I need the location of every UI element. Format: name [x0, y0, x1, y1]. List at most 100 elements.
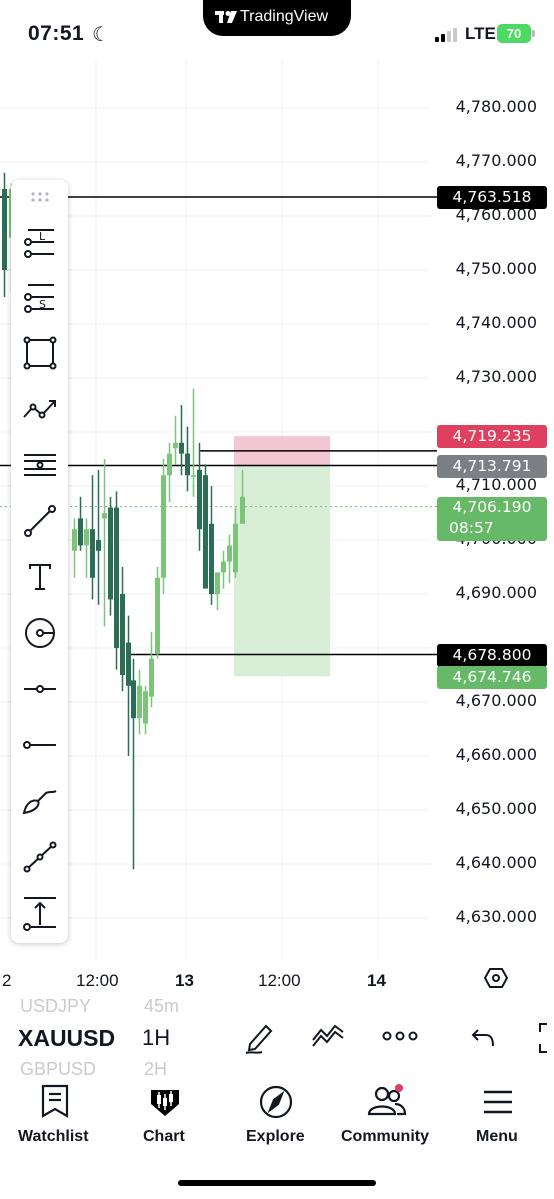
candle-bear	[78, 518, 83, 546]
signal-icon	[435, 28, 457, 42]
tool-trend-line-2[interactable]	[11, 832, 68, 882]
tool-short-position[interactable]: S	[11, 272, 68, 322]
current-price-value: 4,706.190	[452, 498, 532, 516]
battery-indicator: 70	[497, 24, 531, 43]
bookmark-icon	[41, 1084, 69, 1118]
tab-watchlist[interactable]	[0, 1082, 110, 1125]
tool-price-range[interactable]	[11, 888, 68, 938]
trend-line-icon	[23, 505, 56, 537]
short-position-icon: S	[23, 284, 54, 313]
next-interval[interactable]: 2H	[144, 1059, 167, 1080]
candle-bull	[240, 496, 245, 524]
reward-zone	[234, 465, 330, 677]
time-label-1200-a: 12:00	[76, 971, 119, 990]
tool-rectangle[interactable]	[11, 328, 68, 378]
tab-chart[interactable]	[110, 1082, 220, 1125]
candle-bull	[143, 691, 148, 724]
horizontal-line-bottom-tag: 4,678.800	[437, 644, 547, 667]
tab-menu-label: Menu	[476, 1128, 518, 1145]
ray-icon	[22, 741, 56, 749]
carrier-label: LTE	[465, 24, 496, 43]
island-app-name: TradingView	[240, 8, 329, 25]
candle-bull	[221, 561, 226, 573]
candle-bull	[233, 523, 238, 573]
candle-bear	[108, 507, 113, 600]
price-axis-label: 4,770.000	[455, 151, 537, 170]
candle-bull	[155, 577, 160, 654]
time-label-13: 13	[175, 971, 194, 990]
candle-bull	[161, 475, 166, 578]
brush-icon	[22, 790, 57, 815]
home-indicator[interactable]	[178, 1180, 376, 1186]
chart-icon	[151, 1090, 179, 1116]
prev-symbol[interactable]: USDJPY	[20, 996, 91, 1017]
candle-bull	[102, 513, 107, 519]
tool-trend-line[interactable]	[11, 496, 68, 546]
chart-settings-hexagon-icon[interactable]	[484, 966, 508, 990]
candle-bear	[90, 529, 95, 578]
horizontal-ray-icon	[23, 685, 56, 693]
tab-explore-label: Explore	[246, 1128, 305, 1145]
candle-bull	[227, 545, 232, 562]
tradingview-logo-icon	[215, 11, 237, 23]
status-time: 07:51	[28, 22, 85, 45]
price-axis-label: 4,660.000	[455, 745, 537, 764]
candle-bull	[173, 442, 178, 449]
tool-ray[interactable]	[11, 720, 68, 770]
price-axis-label: 4,690.000	[455, 583, 537, 602]
price-axis-label: 4,650.000	[455, 799, 537, 818]
stop-level-tag: 4,674.746	[437, 666, 547, 689]
price-axis-label: 4,730.000	[455, 367, 537, 386]
tab-menu[interactable]	[443, 1082, 553, 1125]
toolbar-drag-handle[interactable]	[11, 182, 68, 212]
price-axis-label: 4,740.000	[455, 313, 537, 332]
circle-icon	[24, 618, 55, 648]
candle-bear	[120, 594, 125, 675]
undo-icon[interactable]	[470, 1026, 496, 1050]
price-axis-label: 4,640.000	[455, 853, 537, 872]
price-range-icon	[22, 897, 56, 931]
text-icon	[28, 564, 51, 590]
current-price-tag: 4,706.190 08:57	[437, 497, 547, 541]
drawing-pen-icon[interactable]	[242, 1020, 276, 1056]
price-axis-label: 4,750.000	[455, 259, 537, 278]
tab-explore[interactable]	[221, 1082, 331, 1125]
candle-bull	[72, 529, 77, 551]
tab-chart-label: Chart	[143, 1128, 185, 1145]
focus-moon-icon: ☾	[92, 24, 110, 46]
candle-bear	[2, 189, 7, 270]
price-axis-label: 4,630.000	[455, 907, 537, 926]
tool-text[interactable]	[11, 552, 68, 602]
prev-interval[interactable]: 45m	[144, 996, 179, 1017]
entry-price-tag: 4,713.791	[437, 455, 547, 478]
symbol-selector[interactable]: XAUUSD	[18, 1025, 115, 1052]
tool-circle[interactable]	[11, 608, 68, 658]
tab-community[interactable]	[332, 1082, 442, 1125]
price-axis-label: 4,780.000	[455, 97, 537, 116]
candle-bull	[84, 529, 89, 546]
tool-path[interactable]	[11, 384, 68, 434]
battery-tip	[532, 30, 535, 37]
tab-community-label: Community	[341, 1128, 429, 1145]
tab-watchlist-label: Watchlist	[18, 1128, 89, 1145]
fullscreen-icon[interactable]	[537, 1022, 554, 1054]
rectangle-icon	[23, 336, 56, 370]
candle-bull	[167, 453, 172, 476]
long-position-icon: L	[23, 229, 54, 258]
more-options-icon[interactable]	[382, 1030, 418, 1042]
candle-bear	[185, 453, 190, 476]
tool-horizontal-ray[interactable]	[11, 664, 68, 714]
candle-bull	[215, 572, 220, 594]
candle-bull	[137, 685, 142, 719]
candle-bull	[149, 658, 154, 697]
tool-parallel-channel[interactable]	[11, 440, 68, 490]
next-symbol[interactable]: GBPUSD	[20, 1059, 96, 1080]
indicators-icon[interactable]	[310, 1020, 346, 1056]
drawing-toolbar: L S	[11, 180, 68, 943]
price-axis-label: 4,670.000	[455, 691, 537, 710]
path-icon	[22, 400, 56, 419]
interval-selector[interactable]: 1H	[142, 1025, 170, 1051]
tool-long-position[interactable]: L	[11, 217, 68, 267]
tool-brush[interactable]	[11, 776, 68, 826]
menu-icon	[484, 1090, 512, 1114]
